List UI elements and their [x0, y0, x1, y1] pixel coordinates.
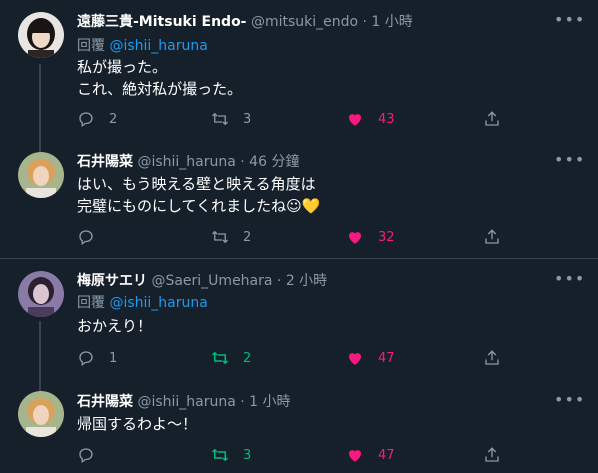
share-icon	[485, 350, 499, 365]
action-bar: 1 2 47	[77, 348, 507, 368]
action-bar: 2 32	[77, 227, 507, 247]
avatar[interactable]	[18, 12, 64, 58]
timestamp[interactable]: · 2 小時	[277, 273, 327, 289]
reply-icon	[79, 351, 93, 367]
timestamp[interactable]: · 1 小時	[363, 14, 413, 30]
tweet-text-line: はい、もう映える壁と映える角度は	[77, 175, 316, 193]
heart-icon	[349, 114, 361, 126]
display-name[interactable]: 石井陽菜	[77, 154, 133, 170]
user-handle[interactable]: @ishii_haruna	[137, 394, 235, 410]
retweet-count: 2	[243, 350, 252, 366]
more-icon[interactable]: •••	[554, 152, 584, 174]
reply-icon	[79, 112, 93, 128]
reply-handle-link[interactable]: @ishii_haruna	[109, 295, 207, 311]
like-count: 43	[378, 111, 395, 127]
display-name[interactable]: 石井陽菜	[77, 394, 133, 410]
tweet-mitsuki-endo[interactable]: 遠藤三貴-Mitsuki Endo- @mitsuki_endo · 1 小時 …	[0, 0, 598, 152]
retweet-icon	[211, 351, 229, 365]
retweet-button[interactable]: 2	[211, 348, 251, 368]
heart-icon	[349, 353, 361, 365]
tweet-text: はい、もう映える壁と映える角度は 完璧にものにしてくれましたね☺💛	[77, 173, 320, 217]
share-button[interactable]	[483, 109, 501, 129]
tweet-text: 帰国するわよ〜！	[77, 413, 197, 435]
retweet-count: 3	[243, 447, 252, 463]
tweet-header: 石井陽菜 @ishii_haruna · 46 分鐘	[77, 153, 299, 171]
tweet-header: 石井陽菜 @ishii_haruna · 1 小時	[77, 393, 291, 411]
retweet-count: 3	[243, 111, 252, 127]
reply-button[interactable]	[77, 445, 109, 465]
reply-handle-link[interactable]: @ishii_haruna	[109, 38, 207, 54]
avatar[interactable]	[18, 152, 64, 198]
retweet-icon	[212, 112, 228, 126]
reply-count: 2	[109, 111, 118, 127]
user-handle[interactable]: @Saeri_Umehara	[151, 273, 272, 289]
avatar[interactable]	[18, 271, 64, 317]
tweet-saeri-umehara[interactable]: 梅原サエリ @Saeri_Umehara · 2 小時 ••• 回覆 @ishi…	[0, 259, 598, 379]
more-icon[interactable]: •••	[554, 271, 584, 293]
reply-button[interactable]: 2	[77, 109, 117, 129]
retweet-button[interactable]: 2	[211, 227, 251, 247]
reply-to-line: 回覆 @ishii_haruna	[77, 37, 208, 55]
timestamp[interactable]: · 46 分鐘	[240, 154, 299, 170]
retweet-button[interactable]: 3	[211, 445, 251, 465]
like-count: 47	[378, 350, 395, 366]
action-bar: 3 47	[77, 445, 507, 465]
like-count: 47	[378, 447, 395, 463]
retweet-icon	[212, 230, 228, 244]
heart-icon	[349, 450, 361, 462]
tweet-text-line: 完璧にものにしてくれましたね☺💛	[77, 197, 321, 215]
tweet-text-line: これ、絶対私が撮った。	[77, 80, 243, 98]
tweet-ishii-haruna[interactable]: 石井陽菜 @ishii_haruna · 46 分鐘 ••• はい、もう映える壁…	[0, 140, 598, 258]
reply-to-line: 回覆 @ishii_haruna	[77, 294, 208, 312]
tweet-text-line: 私が撮った。	[77, 58, 168, 76]
reply-prefix: 回覆	[77, 295, 105, 311]
share-icon	[485, 111, 499, 126]
share-button[interactable]	[483, 348, 501, 368]
timestamp[interactable]: · 1 小時	[240, 394, 290, 410]
reply-prefix: 回覆	[77, 38, 105, 54]
reply-button[interactable]: 1	[77, 348, 117, 368]
reply-icon	[79, 230, 93, 246]
thread-line-top	[39, 140, 41, 152]
like-button[interactable]: 47	[346, 445, 395, 465]
display-name[interactable]: 遠藤三貴-Mitsuki Endo-	[77, 14, 247, 30]
display-name[interactable]: 梅原サエリ	[77, 273, 147, 289]
reply-count: 1	[109, 350, 118, 366]
tweet-text: 私が撮った。 これ、絶対私が撮った。	[77, 56, 242, 100]
action-bar: 2 3 43	[77, 109, 507, 129]
like-button[interactable]: 43	[346, 109, 395, 129]
thread-line-top	[39, 379, 41, 391]
thread-line	[39, 64, 41, 152]
tweet-header: 遠藤三貴-Mitsuki Endo- @mitsuki_endo · 1 小時	[77, 13, 413, 31]
tweet-text-line: 帰国するわよ〜！	[77, 415, 198, 433]
share-button[interactable]	[483, 227, 501, 247]
avatar[interactable]	[18, 391, 64, 437]
tweet-ishii-haruna-2[interactable]: 石井陽菜 @ishii_haruna · 1 小時 ••• 帰国するわよ〜！ 3…	[0, 379, 598, 473]
user-handle[interactable]: @ishii_haruna	[137, 154, 235, 170]
tweet-header: 梅原サエリ @Saeri_Umehara · 2 小時	[77, 272, 327, 290]
retweet-button[interactable]: 3	[211, 109, 251, 129]
retweet-icon	[211, 448, 229, 462]
reply-icon	[79, 448, 93, 464]
share-icon	[485, 447, 499, 462]
more-icon[interactable]: •••	[554, 392, 584, 414]
share-button[interactable]	[483, 445, 501, 465]
tweet-text-line: おかえり！	[77, 317, 153, 335]
reply-button[interactable]	[77, 227, 109, 247]
like-button[interactable]: 32	[346, 227, 395, 247]
more-icon[interactable]: •••	[554, 12, 584, 34]
like-count: 32	[378, 229, 395, 245]
like-button[interactable]: 47	[346, 348, 395, 368]
heart-icon	[349, 232, 361, 244]
thread-line	[39, 321, 41, 379]
retweet-count: 2	[243, 229, 252, 245]
tweet-text: おかえり！	[77, 315, 152, 337]
user-handle[interactable]: @mitsuki_endo	[251, 14, 358, 30]
share-icon	[485, 229, 499, 244]
